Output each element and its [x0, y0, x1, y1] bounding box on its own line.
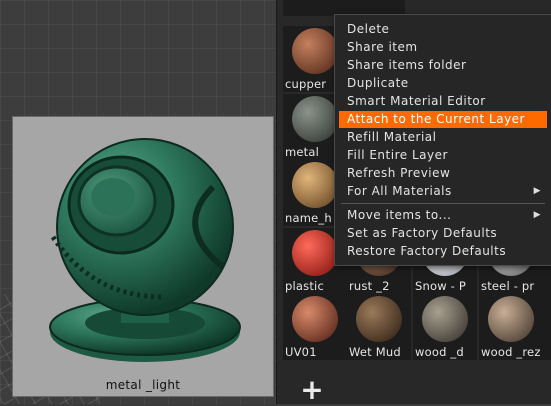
submenu-arrow-icon: ▶ [533, 210, 541, 220]
3d-viewport[interactable]: metal _light [0, 0, 276, 404]
menu-item-share-items-folder[interactable]: Share items folder [339, 57, 547, 74]
menu-item-label: Move items to... [347, 208, 452, 222]
menu-item-duplicate[interactable]: Duplicate [339, 75, 547, 92]
material-tile-wood-d[interactable]: wood _d [413, 294, 477, 360]
menu-item-refill-material[interactable]: Refill Material [339, 129, 547, 146]
preview-material-name: metal _light [105, 378, 181, 392]
material-tile-label: metal [285, 145, 320, 159]
menu-item-delete[interactable]: Delete [339, 21, 547, 38]
add-material-button[interactable]: + [298, 376, 326, 404]
menu-item-refresh-preview[interactable]: Refresh Preview [339, 165, 547, 182]
material-preview-card: metal _light [12, 116, 274, 397]
menu-item-for-all-materials[interactable]: For All Materials ▶ [339, 183, 547, 200]
menu-item-share-item[interactable]: Share item [339, 39, 547, 56]
material-tile-label: steel - pr [481, 279, 535, 293]
menu-item-set-factory-defaults[interactable]: Set as Factory Defaults [339, 225, 547, 242]
material-tile-label: cupper [285, 77, 327, 91]
menu-item-smart-material-editor[interactable]: Smart Material Editor [339, 93, 547, 110]
material-tile-wood-rez[interactable]: wood _rez [479, 294, 551, 360]
material-sphere-image [49, 138, 241, 362]
material-tile-label: rust _2 [349, 279, 390, 293]
menu-item-attach-to-current-layer[interactable]: Attach to the Current Layer [339, 111, 547, 128]
material-tile-label: name_h [285, 211, 332, 225]
material-tile-wet-mud[interactable]: Wet Mud [347, 294, 411, 360]
material-tile-label: plastic [285, 279, 324, 293]
menu-separator [341, 203, 545, 204]
material-tile-label: wood _d [415, 345, 464, 359]
menu-item-fill-entire-layer[interactable]: Fill Entire Layer [339, 147, 547, 164]
submenu-arrow-icon: ▶ [533, 186, 541, 196]
material-tile-label: Wet Mud [349, 345, 401, 359]
menu-item-move-items-to[interactable]: Move items to... ▶ [339, 207, 547, 224]
menu-item-label: For All Materials [347, 184, 452, 198]
material-tile-label: Snow - P [415, 279, 467, 293]
context-menu: Delete Share item Share items folder Dup… [334, 14, 551, 266]
material-tile-label: wood _rez [481, 345, 541, 359]
material-tile-uv01[interactable]: UV01 [283, 294, 347, 360]
menu-item-restore-factory-defaults[interactable]: Restore Factory Defaults [339, 243, 547, 260]
material-tile-label: UV01 [285, 345, 317, 359]
